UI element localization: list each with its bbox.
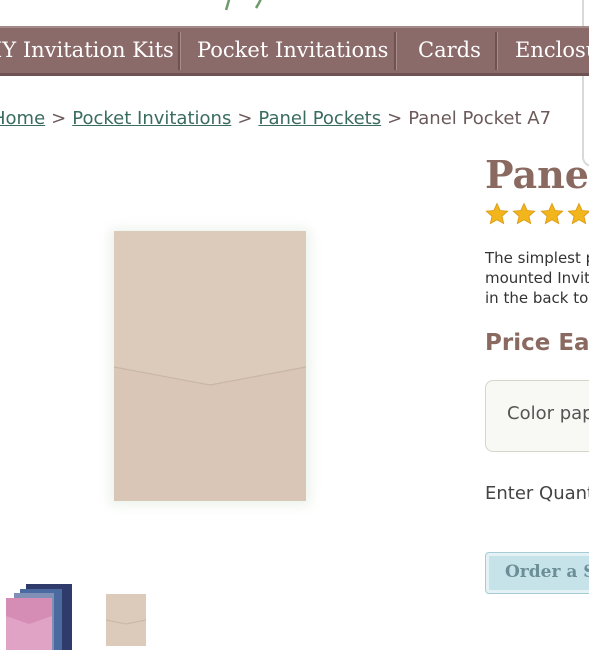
nav-divider bbox=[394, 32, 397, 70]
nav-item-cards[interactable]: Cards bbox=[418, 28, 481, 73]
order-sample-button[interactable]: Order a S bbox=[485, 552, 589, 594]
nav-divider bbox=[178, 32, 181, 70]
nav-divider bbox=[495, 32, 498, 70]
thumbnail-panel-pocket[interactable] bbox=[104, 592, 148, 648]
breadcrumb-separator: > bbox=[387, 108, 403, 129]
star-icon bbox=[485, 202, 509, 225]
description-line: in the back to bbox=[485, 289, 589, 307]
breadcrumb-home-link[interactable]: Home bbox=[0, 108, 45, 129]
breadcrumb-separator: > bbox=[237, 108, 253, 129]
order-sample-button-label: Order a S bbox=[505, 562, 589, 582]
star-icon bbox=[512, 202, 537, 225]
nav-item-pocket-invitations[interactable]: Pocket Invitations bbox=[197, 28, 388, 73]
breadcrumb-pocket-invitations-link[interactable]: Pocket Invitations bbox=[72, 108, 231, 129]
nav-item-diy-invitation-kits[interactable]: IY Invitation Kits bbox=[0, 28, 174, 73]
price-each-label: Price Eac bbox=[485, 330, 589, 356]
description-line: The simplest p bbox=[485, 249, 589, 267]
breadcrumb-current: Panel Pocket A7 bbox=[408, 108, 552, 129]
thumbnail-color-assortment[interactable] bbox=[0, 580, 80, 650]
logo-flourish-icon bbox=[224, 0, 262, 11]
site-header bbox=[0, 0, 589, 26]
nav-item-enclosures[interactable]: Enclosu bbox=[515, 28, 589, 73]
breadcrumb: Home>Pocket Invitations>Panel Pockets>Pa… bbox=[0, 108, 551, 134]
main-navigation: IY Invitation Kits Pocket Invitations Ca… bbox=[0, 26, 589, 76]
color-paper-select-value: Color pap bbox=[507, 403, 589, 424]
quantity-label: Enter Quant bbox=[485, 483, 589, 504]
product-description: The simplest p mounted Invit in the back… bbox=[485, 248, 589, 308]
star-icon bbox=[567, 202, 589, 225]
breadcrumb-separator: > bbox=[51, 108, 67, 129]
product-title: Panel bbox=[485, 152, 589, 197]
color-paper-select[interactable]: Color pap bbox=[485, 380, 589, 452]
breadcrumb-panel-pockets-link[interactable]: Panel Pockets bbox=[258, 108, 381, 129]
rating-stars bbox=[485, 202, 589, 231]
description-line: mounted Invit bbox=[485, 269, 589, 287]
star-icon bbox=[540, 202, 564, 225]
product-image[interactable] bbox=[92, 205, 328, 515]
